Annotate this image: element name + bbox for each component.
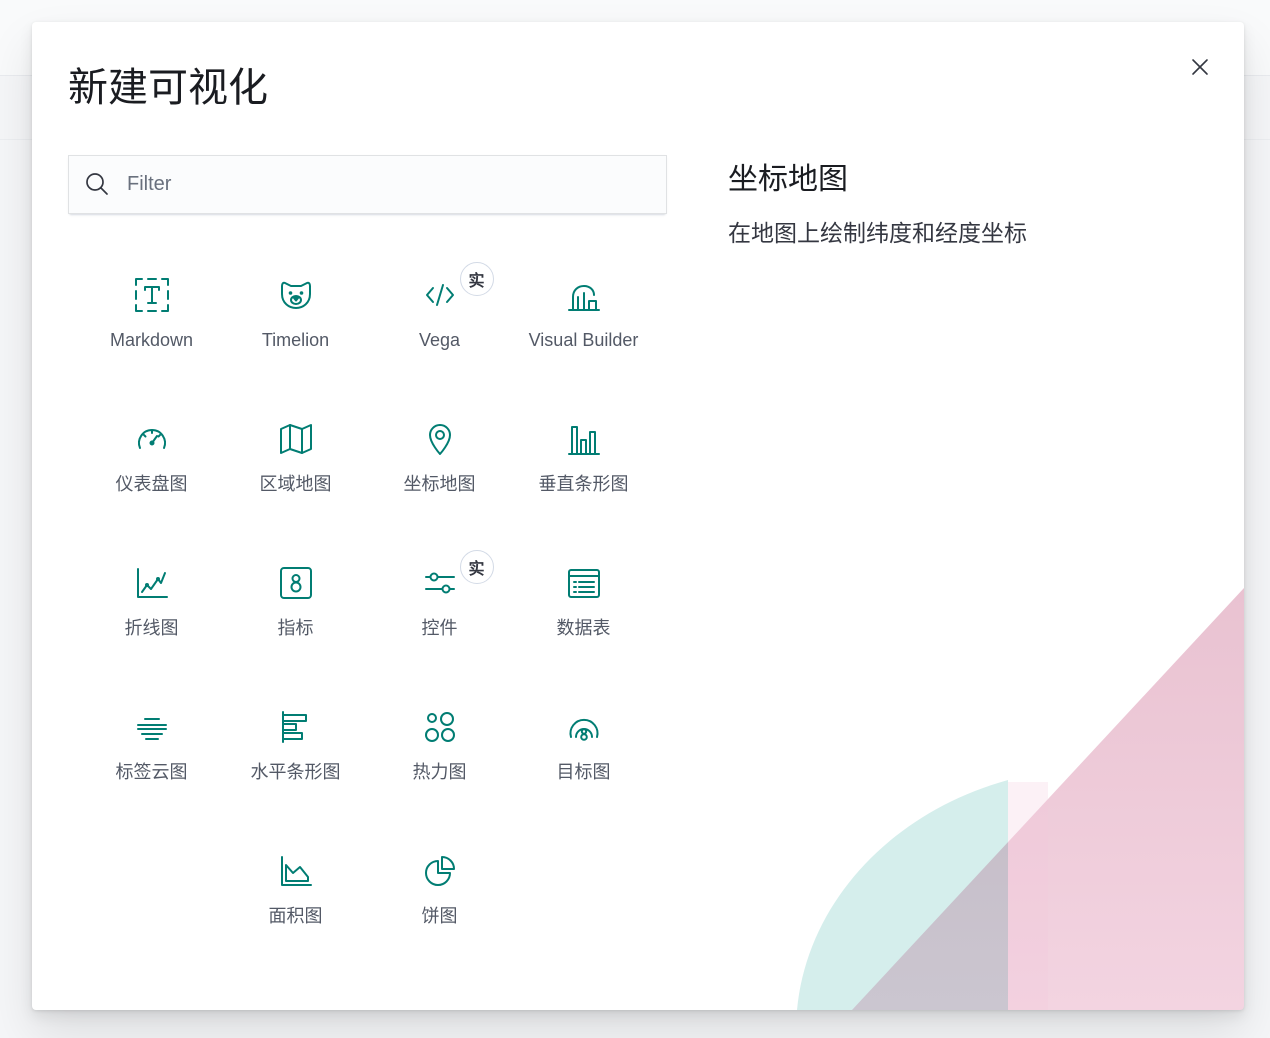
vis-type-label: 数据表 [556, 618, 611, 638]
vis-type-pie[interactable]: 饼图 [368, 827, 512, 971]
description-text: 在地图上绘制纬度和经度坐标 [728, 220, 1027, 246]
modal-title: 新建可视化 [68, 66, 268, 110]
markdown-icon [134, 277, 170, 313]
vis-type-label: 区域地图 [259, 474, 332, 494]
close-button[interactable] [1188, 55, 1212, 79]
vis-type-goal[interactable]: 目标图 [512, 683, 656, 827]
decor-pink-triangle [852, 588, 1244, 1010]
data-table-icon [566, 565, 602, 601]
vis-type-label: 仪表盘图 [115, 474, 188, 494]
new-visualization-modal: 新建可视化 Markdown [32, 22, 1244, 1010]
map-pin-icon [422, 421, 458, 457]
vis-type-label: 水平条形图 [250, 762, 341, 782]
decor-pink-band [1008, 782, 1048, 1010]
vertical-bar-icon [566, 421, 602, 457]
tag-cloud-icon [134, 709, 170, 745]
vis-type-tag-cloud[interactable]: 标签云图 [80, 683, 224, 827]
goal-icon [566, 709, 602, 745]
vis-type-vertical-bar[interactable]: 垂直条形图 [512, 395, 656, 539]
cross-icon [1192, 59, 1208, 75]
experimental-badge: 实 [459, 550, 494, 584]
vis-type-metric[interactable]: 指标 [224, 539, 368, 683]
vis-type-line[interactable]: 折线图 [80, 539, 224, 683]
horizontal-bar-icon [278, 709, 314, 745]
vis-type-label: 控件 [421, 618, 458, 638]
vis-type-label: 折线图 [124, 618, 179, 638]
vis-type-visual-builder[interactable]: Visual Builder [512, 251, 656, 395]
vis-type-label: 目标图 [556, 762, 611, 782]
vis-type-label: 指标 [277, 618, 314, 638]
vis-type-coordinate-map[interactable]: 坐标地图 [368, 395, 512, 539]
vis-type-label: Vega [418, 330, 461, 350]
vis-type-heatmap[interactable]: 热力图 [368, 683, 512, 827]
vis-type-region-map[interactable]: 区域地图 [224, 395, 368, 539]
controls-icon [422, 565, 458, 601]
vis-type-label: 饼图 [421, 906, 458, 926]
gauge-icon [134, 421, 170, 457]
vis-type-area[interactable]: 面积图 [224, 827, 368, 971]
visual-builder-icon [566, 277, 602, 313]
area-chart-icon [278, 853, 314, 889]
visualization-type-grid: Markdown Timelion Vega 实 Visual Builder … [68, 251, 667, 971]
vis-type-vega[interactable]: Vega 实 [368, 251, 512, 395]
decor-teal-leaf [797, 780, 1008, 1010]
vis-type-label: 坐标地图 [403, 474, 476, 494]
vis-type-label: Visual Builder [528, 330, 639, 350]
vis-type-markdown[interactable]: Markdown [80, 251, 224, 395]
search-field[interactable] [68, 155, 667, 214]
search-input[interactable] [68, 155, 667, 214]
vis-type-controls[interactable]: 控件 实 [368, 539, 512, 683]
vis-type-data-table[interactable]: 数据表 [512, 539, 656, 683]
vis-type-label: 垂直条形图 [538, 474, 629, 494]
vis-type-label: 面积图 [268, 906, 323, 926]
region-map-icon [278, 421, 314, 457]
metric-icon [278, 565, 314, 601]
experimental-badge: 实 [459, 262, 494, 296]
vis-type-gauge[interactable]: 仪表盘图 [80, 395, 224, 539]
vega-icon [422, 277, 458, 313]
heatmap-icon [422, 709, 458, 745]
description-title: 坐标地图 [728, 163, 848, 196]
vis-type-label: 标签云图 [115, 762, 188, 782]
pie-chart-icon [422, 853, 458, 889]
vis-type-timelion[interactable]: Timelion [224, 251, 368, 395]
vis-type-label: Markdown [109, 330, 194, 350]
line-chart-icon [134, 565, 170, 601]
vis-type-horizontal-bar[interactable]: 水平条形图 [224, 683, 368, 827]
vis-type-description-panel: 坐标地图 在地图上绘制纬度和经度坐标 [728, 160, 1027, 248]
vis-type-label: 热力图 [412, 762, 467, 782]
vis-type-label: Timelion [261, 330, 330, 350]
timelion-icon [278, 277, 314, 313]
